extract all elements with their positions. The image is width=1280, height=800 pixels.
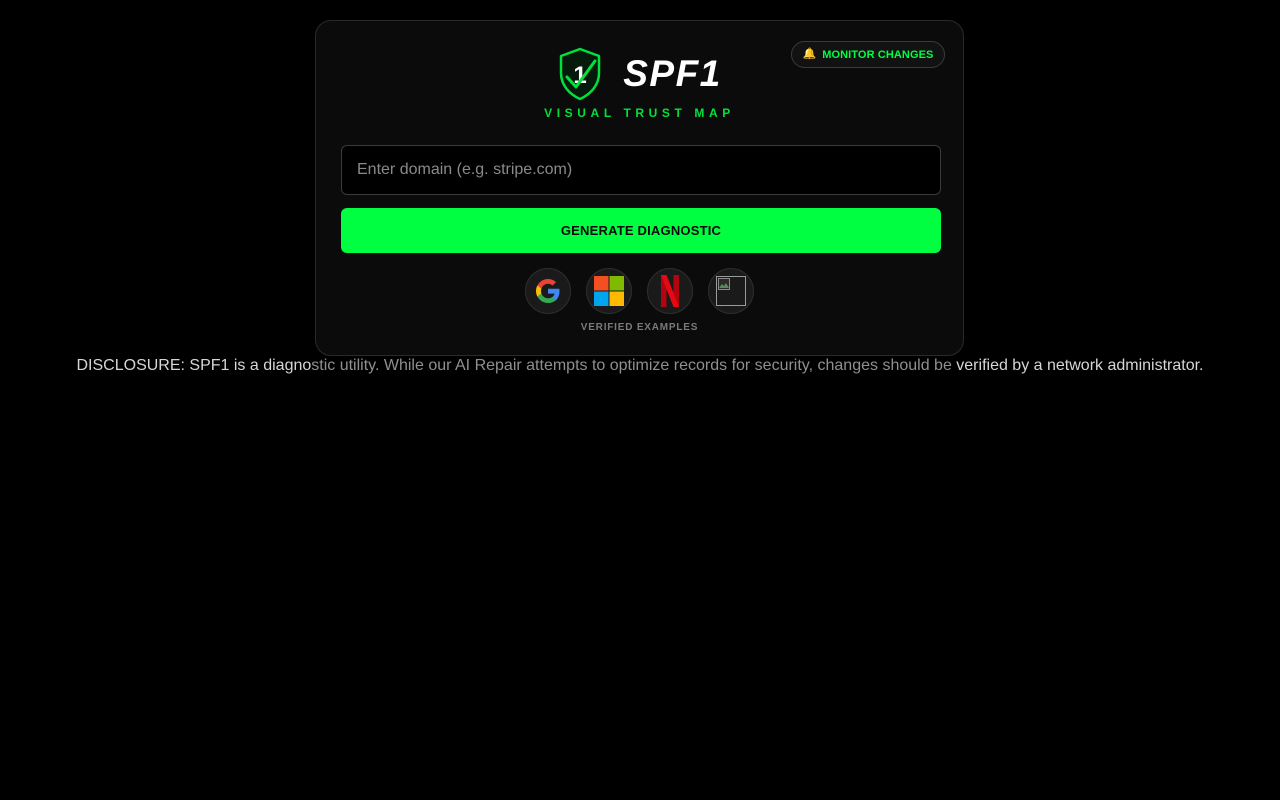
google-logo-icon xyxy=(536,279,560,303)
disclosure-part-1: DISCLOSURE: SPF1 is a diagno xyxy=(76,357,312,374)
main-card: 🔔 MONITOR CHANGES 1 SPF1 VISUAL TRUST MA… xyxy=(315,20,964,356)
microsoft-logo-icon xyxy=(594,276,624,306)
verified-examples xyxy=(316,268,963,314)
generate-diagnostic-button[interactable]: GENERATE DIAGNOSTIC xyxy=(341,208,941,253)
netflix-logo-icon xyxy=(661,275,679,307)
app-subtitle: VISUAL TRUST MAP xyxy=(544,106,735,120)
broken-image-icon xyxy=(716,276,746,306)
brand-header: 1 SPF1 xyxy=(316,47,963,101)
verified-examples-label: VERIFIED EXAMPLES xyxy=(580,322,699,333)
domain-input[interactable] xyxy=(341,145,941,195)
disclosure-part-3: verified by a network administrator. xyxy=(956,357,1204,374)
app-title: SPF1 xyxy=(623,53,722,94)
shield-check-icon: 1 xyxy=(559,47,601,101)
example-google-button[interactable] xyxy=(525,268,571,314)
example-netflix-button[interactable] xyxy=(647,268,693,314)
example-broken-image-button[interactable] xyxy=(708,268,754,314)
example-microsoft-button[interactable] xyxy=(586,268,632,314)
disclosure-part-2: stic utility. While our AI Repair attemp… xyxy=(311,357,957,374)
disclosure-text: DISCLOSURE: SPF1 is a diagnostic utility… xyxy=(0,356,1280,376)
